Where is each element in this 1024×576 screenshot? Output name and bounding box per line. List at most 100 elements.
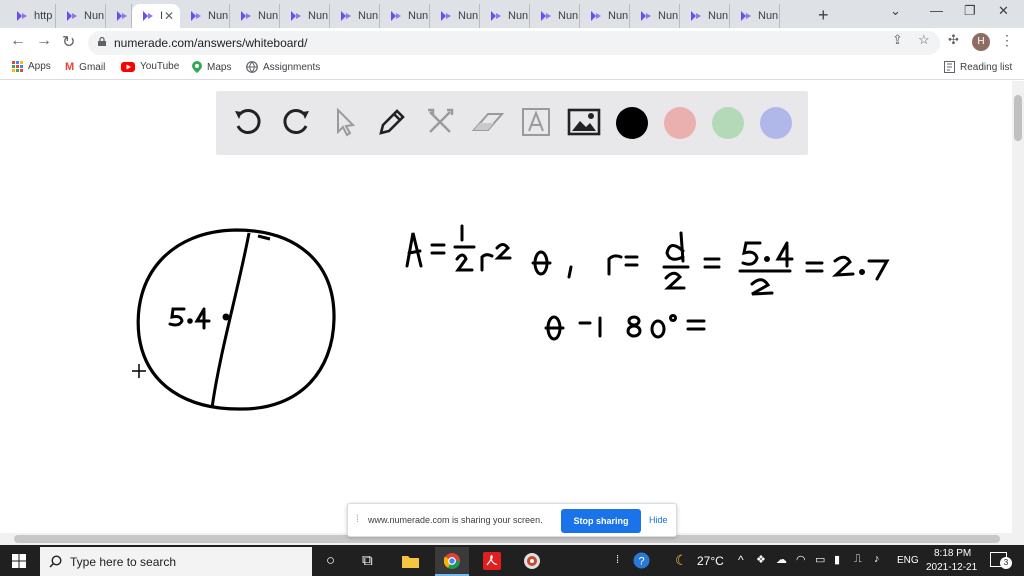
- taskbar-search[interactable]: Type here to search: [40, 547, 312, 576]
- url-text: numerade.com/answers/whiteboard/: [114, 36, 308, 50]
- tab-label: Nun: [508, 10, 529, 22]
- browser-tab[interactable]: I ✕: [132, 4, 180, 28]
- task-view-icon[interactable]: ⧉: [362, 552, 373, 569]
- wifi-icon[interactable]: ◠: [796, 553, 806, 566]
- tab-label: Nun: [558, 10, 579, 22]
- taskbar: Type here to search ○ ⧉ ⁞ ? ☾ 27°C ^ ❖ ☁…: [0, 545, 1024, 576]
- bookmark-label: Assignments: [263, 61, 321, 73]
- bookmark-apps[interactable]: Apps: [12, 61, 51, 72]
- numerade-favicon-icon: [143, 11, 153, 21]
- browser-tab[interactable]: Nun: [330, 4, 380, 28]
- browser-tab[interactable]: I: [106, 4, 132, 28]
- numerade-favicon-icon: [17, 11, 27, 21]
- extensions-icon[interactable]: ✣: [948, 32, 959, 48]
- minimize-icon[interactable]: ⌄: [890, 3, 901, 19]
- numerade-favicon-icon: [641, 11, 651, 21]
- scroll-thumb[interactable]: [1014, 95, 1022, 141]
- equation-strokes: [168, 224, 890, 341]
- tab-label: Nun: [258, 10, 279, 22]
- gmail-icon: M: [65, 61, 75, 73]
- numerade-favicon-icon: [491, 11, 501, 21]
- help-icon[interactable]: ?: [633, 552, 650, 573]
- chrome-app[interactable]: [435, 547, 469, 576]
- browser-tab[interactable]: Nun: [480, 4, 530, 28]
- bookmark-label: Apps: [28, 61, 51, 72]
- browser-tab[interactable]: Nun: [380, 4, 430, 28]
- bookmark-label: Maps: [207, 61, 232, 73]
- search-icon: [49, 555, 62, 568]
- tab-label: http: [34, 10, 53, 22]
- clock-time[interactable]: 8:18 PM: [934, 548, 971, 559]
- browser-tab[interactable]: Nun: [530, 4, 580, 28]
- lock-icon: [98, 37, 106, 46]
- menu-icon[interactable]: ⋮: [1000, 32, 1014, 49]
- notification-count: 3: [1000, 557, 1012, 569]
- profile-avatar[interactable]: H: [972, 33, 990, 51]
- notification-center-icon[interactable]: 3: [990, 552, 1012, 569]
- media-app[interactable]: [515, 547, 549, 576]
- bookmark-youtube[interactable]: YouTube: [121, 61, 179, 72]
- browser-tab[interactable]: Nun: [730, 4, 780, 28]
- sharing-message: www.numerade.com is sharing your screen.: [368, 515, 543, 525]
- acrobat-app[interactable]: [475, 547, 509, 576]
- folder-icon: [402, 556, 419, 568]
- whiteboard-canvas[interactable]: [0, 81, 1012, 533]
- numerade-favicon-icon: [117, 11, 127, 21]
- cloud-icon[interactable]: ☁: [776, 553, 787, 566]
- browser-tab[interactable]: Nun: [280, 4, 330, 28]
- chat-icon[interactable]: ▭: [815, 553, 825, 566]
- tray-divider-icon: ⁞: [616, 554, 620, 566]
- vertical-scrollbar[interactable]: [1012, 81, 1024, 533]
- share-icon[interactable]: ⇪: [892, 32, 903, 48]
- minimize-window-icon[interactable]: —: [930, 3, 943, 18]
- numerade-favicon-icon: [291, 11, 301, 21]
- hide-button[interactable]: Hide: [649, 515, 668, 525]
- numerade-favicon-icon: [741, 11, 751, 21]
- battery-icon[interactable]: ▮: [834, 553, 840, 566]
- close-tab-icon[interactable]: ✕: [164, 9, 174, 23]
- bookmark-maps[interactable]: Maps: [192, 61, 231, 73]
- forward-icon[interactable]: →: [36, 32, 52, 50]
- tab-label: Nun: [408, 10, 429, 22]
- screen: { "browser": { "tabs": [ {"label": "http…: [0, 0, 1024, 576]
- clock-date[interactable]: 2021-12-21: [926, 562, 977, 573]
- bookmark-gmail[interactable]: M Gmail: [65, 61, 105, 73]
- file-explorer-app[interactable]: [393, 547, 427, 576]
- center-dot: [222, 313, 230, 321]
- handwriting-layer: [132, 224, 890, 411]
- restore-window-icon[interactable]: ❐: [964, 3, 976, 19]
- bookmark-assignments[interactable]: Assignments: [246, 61, 320, 73]
- reload-icon[interactable]: ↻: [62, 32, 75, 52]
- tray-expand-icon[interactable]: ^: [738, 553, 744, 567]
- browser-tab[interactable]: Nun: [630, 4, 680, 28]
- record-app-icon: [524, 553, 540, 569]
- bookmark-label: YouTube: [140, 61, 180, 72]
- numerade-favicon-icon: [691, 11, 701, 21]
- browser-tab[interactable]: Nun: [180, 4, 230, 28]
- youtube-icon: [121, 61, 135, 72]
- back-icon[interactable]: ←: [10, 32, 26, 50]
- browser-tab[interactable]: http: [6, 4, 56, 28]
- volume-icon[interactable]: ♪: [874, 553, 880, 565]
- stop-sharing-button[interactable]: Stop sharing: [561, 509, 641, 533]
- windows-start-icon[interactable]: [12, 554, 26, 568]
- cortana-icon[interactable]: ○: [326, 552, 335, 569]
- bookmark-star-icon[interactable]: ☆: [918, 32, 930, 48]
- network-icon[interactable]: ⎍: [854, 553, 862, 566]
- address-bar[interactable]: numerade.com/answers/whiteboard/: [88, 31, 940, 55]
- browser-tab[interactable]: Nun: [430, 4, 480, 28]
- browser-tab[interactable]: Nun: [56, 4, 106, 28]
- dropbox-icon[interactable]: ❖: [756, 553, 766, 566]
- reading-list[interactable]: Reading list: [944, 61, 1012, 73]
- drag-handle-icon[interactable]: ⁞: [356, 514, 359, 525]
- browser-tab[interactable]: Nun: [580, 4, 630, 28]
- tab-label: Nun: [758, 10, 779, 22]
- language-indicator[interactable]: ENG: [897, 555, 919, 566]
- new-tab-icon[interactable]: +: [818, 5, 829, 26]
- tab-label: Nun: [458, 10, 479, 22]
- close-window-icon[interactable]: ✕: [998, 3, 1009, 19]
- drawn-circle: [136, 228, 336, 411]
- help-circle-icon: ?: [633, 552, 650, 569]
- browser-tab[interactable]: Nun: [230, 4, 280, 28]
- browser-tab[interactable]: Nun: [680, 4, 730, 28]
